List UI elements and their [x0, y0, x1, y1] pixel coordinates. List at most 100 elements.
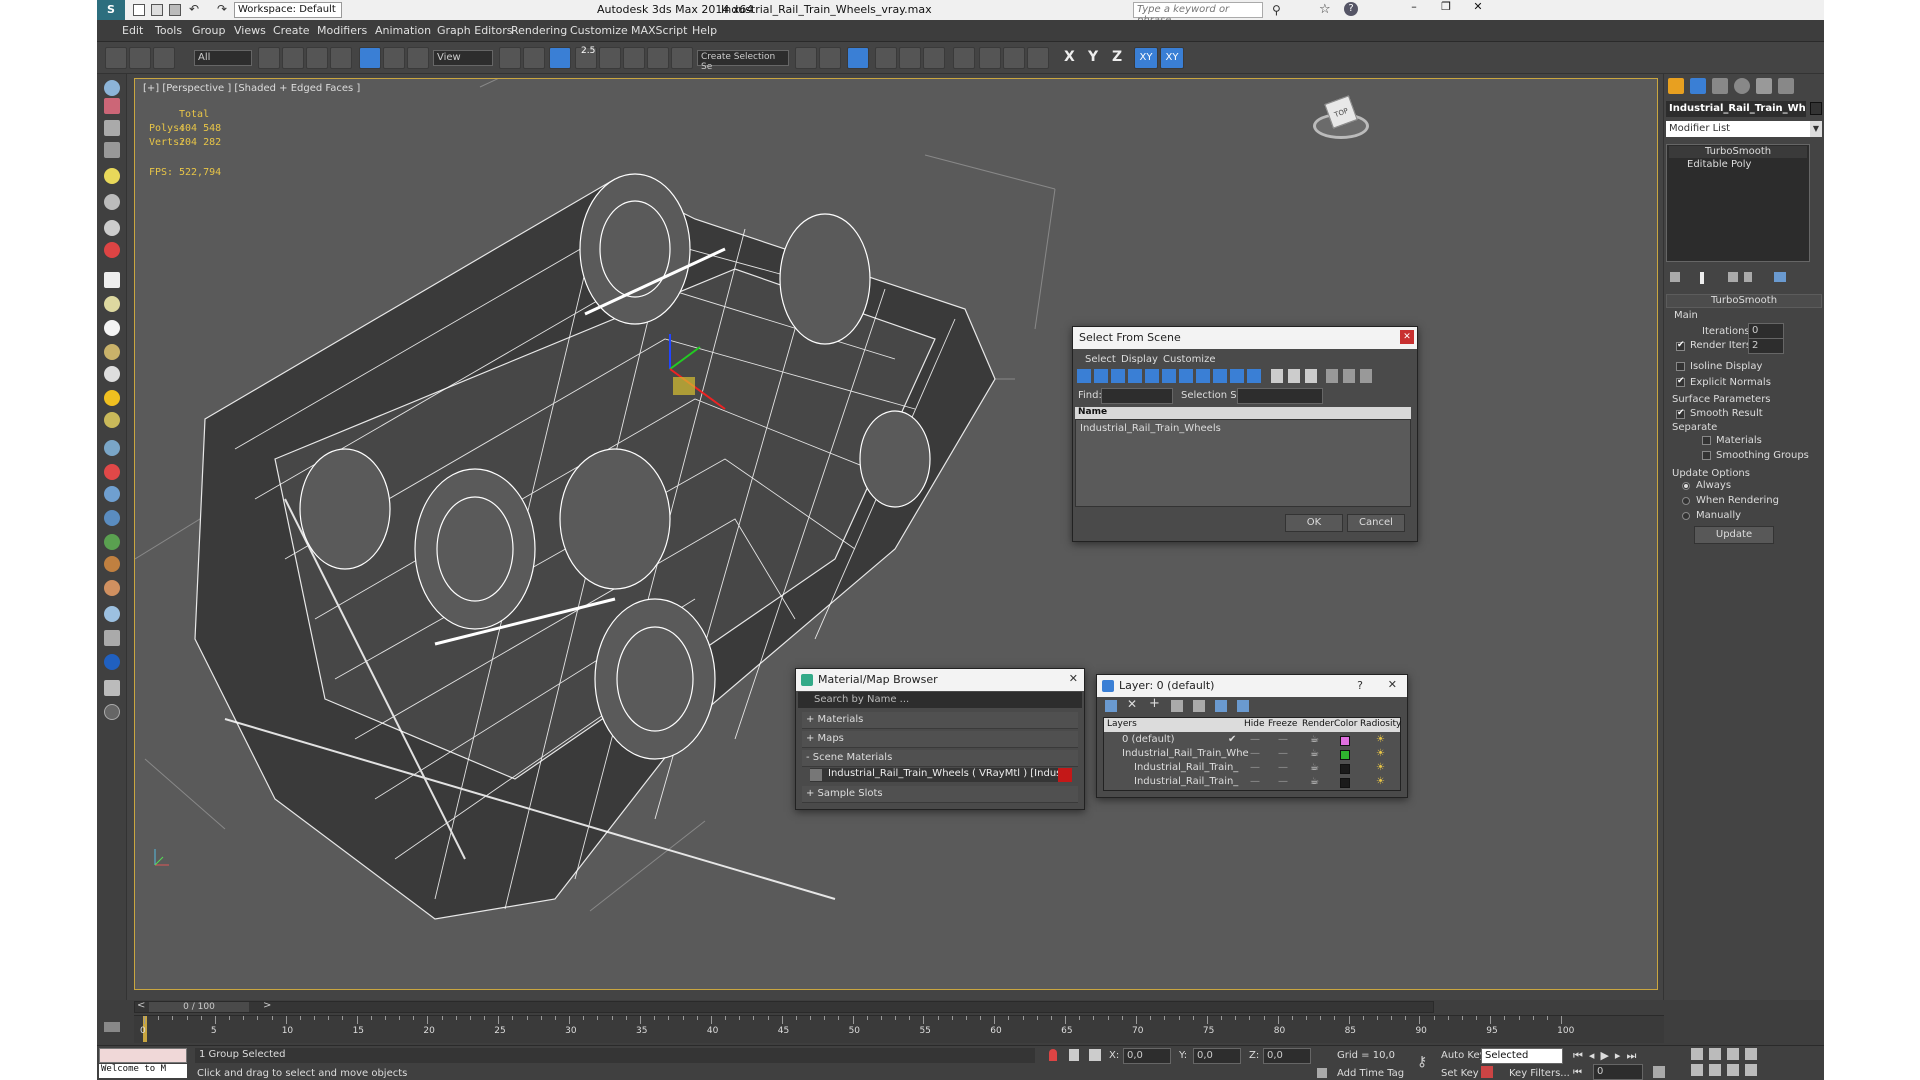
filter-containers-icon[interactable]: [1230, 369, 1244, 383]
prev-frame-arrow[interactable]: <: [137, 1000, 145, 1011]
freeze-all-icon[interactable]: [1237, 700, 1249, 712]
search-input[interactable]: Type a keyword or phrase: [1133, 2, 1263, 26]
display-tab-icon[interactable]: [1756, 78, 1772, 94]
menu-modifiers[interactable]: Modifiers: [317, 24, 367, 37]
layer-manager-icon[interactable]: [847, 47, 869, 69]
key-filters-button[interactable]: Key Filters...: [1509, 1068, 1570, 1079]
filter-xrefs-icon[interactable]: [1196, 369, 1210, 383]
link-icon[interactable]: [105, 47, 127, 69]
remove-modifier-icon[interactable]: [1744, 272, 1752, 282]
set-keys-icon[interactable]: [1481, 1066, 1493, 1078]
key-mode-dropdown[interactable]: Selected: [1481, 1048, 1563, 1064]
auto-key-button[interactable]: Auto Key: [1441, 1050, 1486, 1061]
configure-sets-icon[interactable]: [1774, 272, 1786, 282]
key-mode-toggle-icon[interactable]: ⏮: [1573, 1067, 1582, 1078]
zoom-extents-icon[interactable]: [1727, 1048, 1739, 1060]
reference-coordinate-dropdown[interactable]: View: [433, 50, 493, 66]
list-header[interactable]: Name: [1075, 407, 1411, 419]
viewcube[interactable]: TOP: [1313, 91, 1369, 147]
selection-filter-dropdown[interactable]: All: [194, 50, 252, 66]
freeze-toggle[interactable]: —: [1278, 762, 1288, 773]
light-icon[interactable]: [104, 168, 120, 184]
curve-editor-icon[interactable]: [899, 47, 921, 69]
menu-customize[interactable]: Customize: [570, 24, 628, 37]
box-icon[interactable]: [104, 272, 120, 288]
chevron-down-icon[interactable]: ▼: [1810, 121, 1822, 137]
filter-frozen-icon[interactable]: [1247, 369, 1261, 383]
binoculars-icon[interactable]: ⚲: [1272, 3, 1281, 17]
time-tag-icon[interactable]: [1317, 1068, 1327, 1078]
quick-access-new-icon[interactable]: [133, 4, 145, 16]
select-and-scale-icon[interactable]: [407, 47, 429, 69]
stack-item-editable-poly[interactable]: Editable Poly: [1669, 159, 1807, 171]
hide-toggle[interactable]: —: [1250, 734, 1260, 745]
motion-tab-icon[interactable]: [1734, 78, 1750, 94]
radiosity-icon[interactable]: ☀: [1376, 748, 1385, 759]
col-freeze[interactable]: Freeze: [1268, 719, 1297, 729]
globe-icon[interactable]: [104, 510, 120, 526]
help-icon[interactable]: ?: [1357, 679, 1363, 692]
named-selection-set-dropdown[interactable]: Create Selection Se: [697, 50, 789, 72]
keyboard-shortcut-override-icon[interactable]: [549, 47, 571, 69]
dialog-close-button[interactable]: ✕: [1400, 330, 1414, 344]
rectangular-selection-icon[interactable]: [306, 47, 328, 69]
smooth-result-checkbox[interactable]: [1676, 408, 1685, 419]
isolate-icon[interactable]: [1049, 1049, 1057, 1061]
grid-icon[interactable]: [104, 142, 120, 158]
active-check-icon[interactable]: ✔: [1228, 734, 1236, 745]
filter-helpers-icon[interactable]: [1145, 369, 1159, 383]
absolute-mode-icon[interactable]: [1089, 1049, 1101, 1061]
find-input[interactable]: [1101, 388, 1173, 404]
time-slider-thumb[interactable]: 0 / 100: [149, 1002, 249, 1012]
zoom-extents-all-icon[interactable]: [1745, 1048, 1757, 1060]
help-icon[interactable]: ?: [1344, 2, 1358, 16]
delete-layer-icon[interactable]: ✕: [1127, 697, 1137, 711]
schematic-view-icon[interactable]: [923, 47, 945, 69]
ok-button[interactable]: OK: [1285, 514, 1343, 532]
filter-bones-icon[interactable]: [1213, 369, 1227, 383]
home-icon[interactable]: ⌂: [1315, 79, 1321, 82]
sphere-icon[interactable]: [104, 320, 120, 336]
render-teapot-icon[interactable]: ☕: [1310, 776, 1319, 787]
section-sample-slots[interactable]: + Sample Slots: [802, 786, 1078, 803]
next-frame-icon[interactable]: ▸: [1615, 1049, 1627, 1062]
workspace-dropdown[interactable]: Workspace: Default: [234, 2, 342, 18]
mirror-icon[interactable]: [795, 47, 817, 69]
lock-selection-icon[interactable]: [1069, 1049, 1079, 1061]
show-end-result-icon[interactable]: [1700, 272, 1704, 284]
radiosity-icon[interactable]: ☀: [1376, 762, 1385, 773]
menu-customize-dialog[interactable]: Customize: [1163, 354, 1216, 365]
star-icon[interactable]: ☆: [1319, 2, 1331, 17]
layer-color-swatch[interactable]: [1340, 778, 1350, 788]
info-icon[interactable]: [104, 704, 120, 720]
menu-create[interactable]: Create: [273, 24, 310, 37]
col-render[interactable]: Render: [1302, 719, 1334, 729]
hide-toggle[interactable]: —: [1250, 762, 1260, 773]
funnel-icon[interactable]: [1326, 369, 1338, 383]
render-teapot-icon[interactable]: ☕: [1310, 748, 1319, 759]
freeze-toggle[interactable]: —: [1278, 734, 1288, 745]
undo-icon[interactable]: ↶: [189, 2, 199, 16]
align-icon[interactable]: [819, 47, 841, 69]
bowl-icon[interactable]: [104, 344, 120, 360]
utilities-tab-icon[interactable]: [1778, 78, 1794, 94]
object-list[interactable]: Industrial_Rail_Train_Wheels: [1075, 419, 1411, 507]
section-materials[interactable]: + Materials: [802, 712, 1078, 729]
axis-y-button[interactable]: Y: [1088, 49, 1098, 65]
train-wheels-wireframe-model[interactable]: [135, 79, 1658, 990]
paint-icon[interactable]: [104, 464, 120, 480]
axis-z-button[interactable]: Z: [1112, 49, 1122, 65]
col-layers[interactable]: Layers: [1107, 719, 1137, 729]
layer-color-swatch[interactable]: [1340, 736, 1350, 746]
select-object-icon[interactable]: [258, 47, 280, 69]
stack-item-turbosmooth[interactable]: TurboSmooth: [1669, 146, 1807, 158]
play-icon[interactable]: ▶: [1600, 1049, 1614, 1062]
object-color-swatch[interactable]: [1810, 102, 1822, 115]
select-by-name-icon[interactable]: [282, 47, 304, 69]
select-in-layer-icon[interactable]: [1171, 700, 1183, 712]
pyramid-icon[interactable]: [104, 486, 120, 502]
prev-frame-icon[interactable]: ◂: [1589, 1049, 1601, 1062]
maxscript-listener[interactable]: [99, 1048, 187, 1063]
filter-shapes-icon[interactable]: [1094, 369, 1108, 383]
smoothing-groups-checkbox[interactable]: [1702, 451, 1711, 460]
